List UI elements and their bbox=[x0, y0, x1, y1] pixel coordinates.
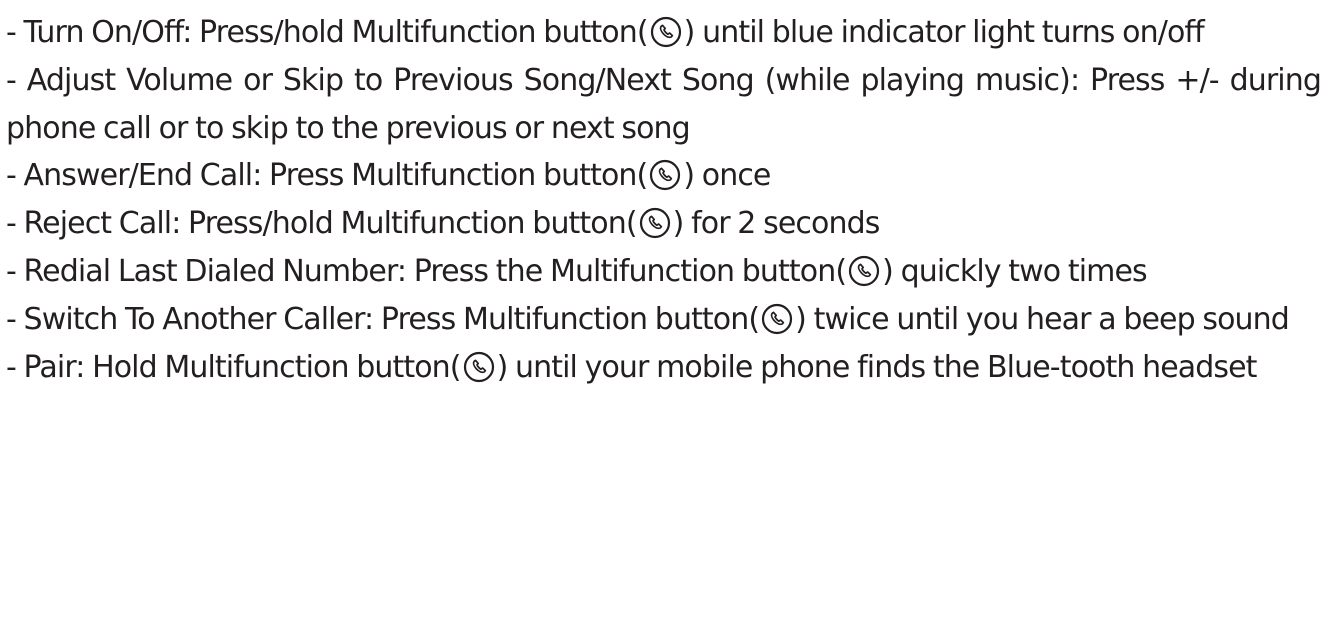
instruction-text: - Reject Call: Press/hold Multifunction … bbox=[6, 206, 638, 242]
instruction-text: ) until your mobile phone finds the Blue… bbox=[496, 349, 1258, 385]
multifunction-phone-icon bbox=[848, 255, 880, 287]
instruction-pair: - Pair: Hold Multifunction button( ) unti… bbox=[6, 344, 1321, 392]
instructions-document: - Turn On/Off: Press/hold Multifunction … bbox=[0, 0, 1333, 635]
instruction-text: - Pair: Hold Multifunction button( bbox=[6, 349, 461, 385]
instruction-text: - Turn On/Off: Press/hold Multifunction … bbox=[6, 15, 649, 50]
instruction-text: ) twice until you hear a beep sound bbox=[795, 301, 1290, 337]
instruction-adjust-volume: - Adjust Volume or Skip to Previous Song… bbox=[6, 57, 1322, 153]
instruction-turn-on-off: - Turn On/Off: Press/hold Multifunction … bbox=[6, 9, 1321, 57]
instruction-text: - Answer/End Call: Press Multifunction b… bbox=[6, 158, 648, 194]
instruction-text: ) quickly two times bbox=[882, 253, 1148, 289]
instruction-redial: - Redial Last Dialed Number: Press the M… bbox=[6, 248, 1321, 296]
instruction-text: ) until blue indicator light turns on/of… bbox=[683, 15, 1205, 50]
multifunction-phone-icon bbox=[639, 207, 671, 239]
instruction-switch-caller: - Switch To Another Caller: Press Multif… bbox=[6, 296, 1321, 344]
instruction-text: ) for 2 seconds bbox=[672, 206, 881, 242]
multifunction-phone-icon bbox=[463, 351, 495, 383]
instruction-text: - Redial Last Dialed Number: Press the M… bbox=[6, 253, 847, 289]
instruction-answer-end-call: - Answer/End Call: Press Multifunction b… bbox=[6, 152, 1321, 200]
multifunction-phone-icon bbox=[649, 159, 681, 191]
multifunction-phone-icon bbox=[761, 303, 793, 335]
multifunction-phone-icon bbox=[650, 16, 682, 48]
instruction-text: ) once bbox=[683, 158, 771, 194]
instruction-reject-call: - Reject Call: Press/hold Multifunction … bbox=[6, 200, 1321, 248]
instruction-text: - Switch To Another Caller: Press Multif… bbox=[6, 301, 760, 337]
instruction-text: - Adjust Volume or Skip to Previous Song… bbox=[6, 62, 1322, 146]
